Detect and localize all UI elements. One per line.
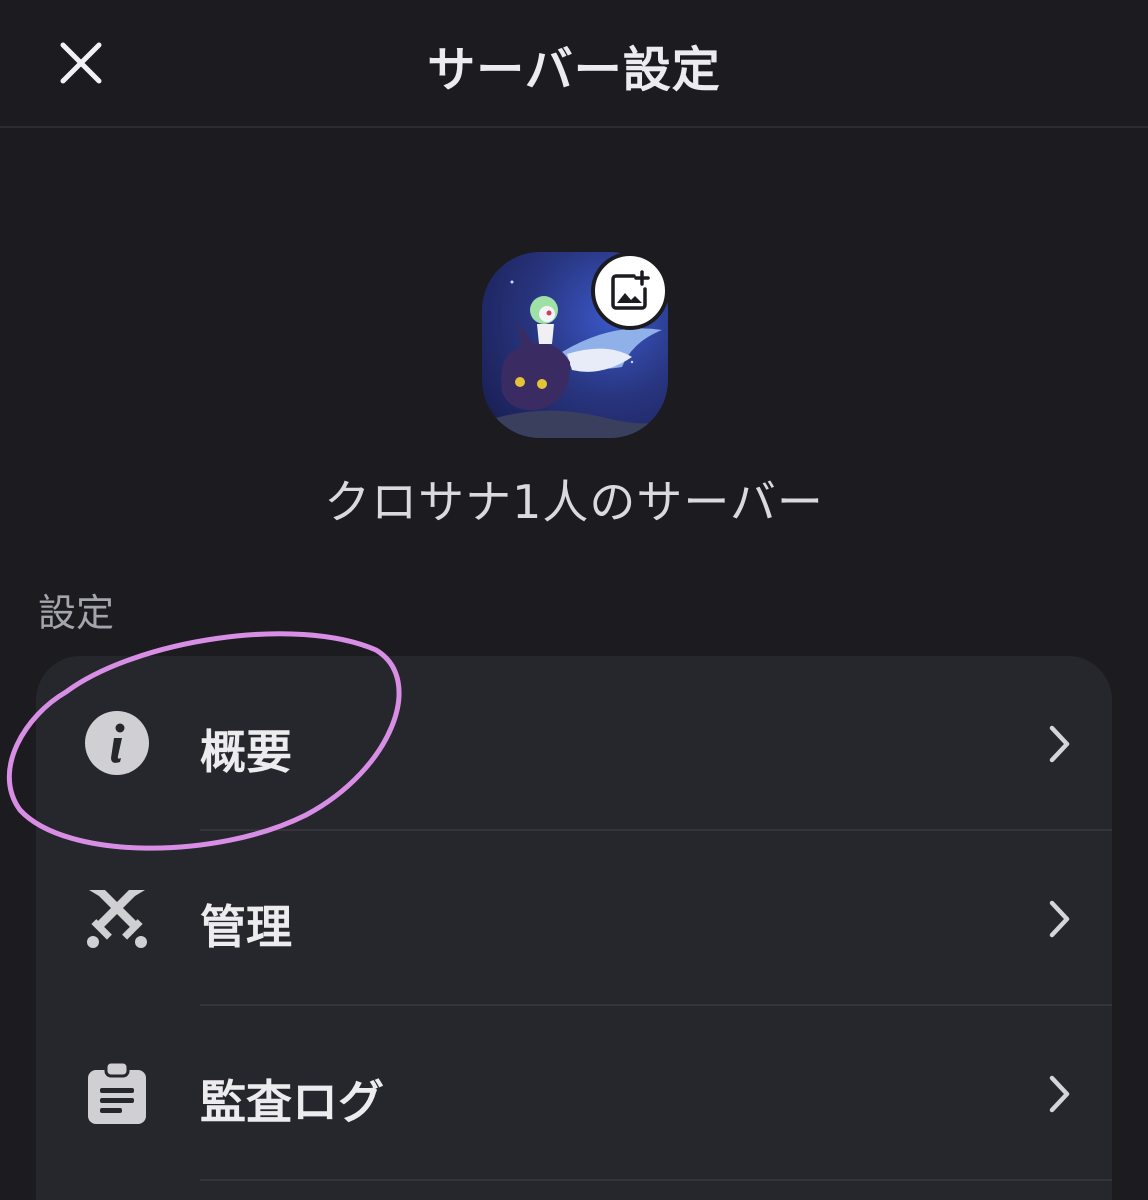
clipboard-icon: [82, 1058, 152, 1128]
row-divider: [200, 1179, 1112, 1181]
chevron-right-icon: [1040, 897, 1080, 941]
info-icon: [82, 708, 152, 778]
chevron-right-icon: [1040, 722, 1080, 766]
image-add-icon: [611, 270, 650, 310]
settings-item-moderation[interactable]: 管理: [36, 831, 1112, 1006]
chevron-right-icon: [1040, 1072, 1080, 1116]
moderation-swords-icon: [82, 883, 152, 953]
settings-list: 概要 管理 監査ログ: [36, 656, 1112, 1200]
page-title: サーバー設定: [427, 42, 721, 98]
upload-icon-button[interactable]: [591, 252, 669, 330]
settings-item-overview[interactable]: 概要: [36, 656, 1112, 831]
settings-item-label: 監査ログ: [200, 1075, 384, 1129]
section-label: 設定: [38, 591, 115, 635]
server-name: クロサナ1人のサーバー: [324, 475, 824, 529]
settings-item-audit-log[interactable]: 監査ログ: [36, 1006, 1112, 1181]
top-bar: サーバー設定: [0, 0, 1148, 128]
settings-item-label: 管理: [200, 900, 292, 954]
settings-item-label: 概要: [200, 725, 292, 779]
